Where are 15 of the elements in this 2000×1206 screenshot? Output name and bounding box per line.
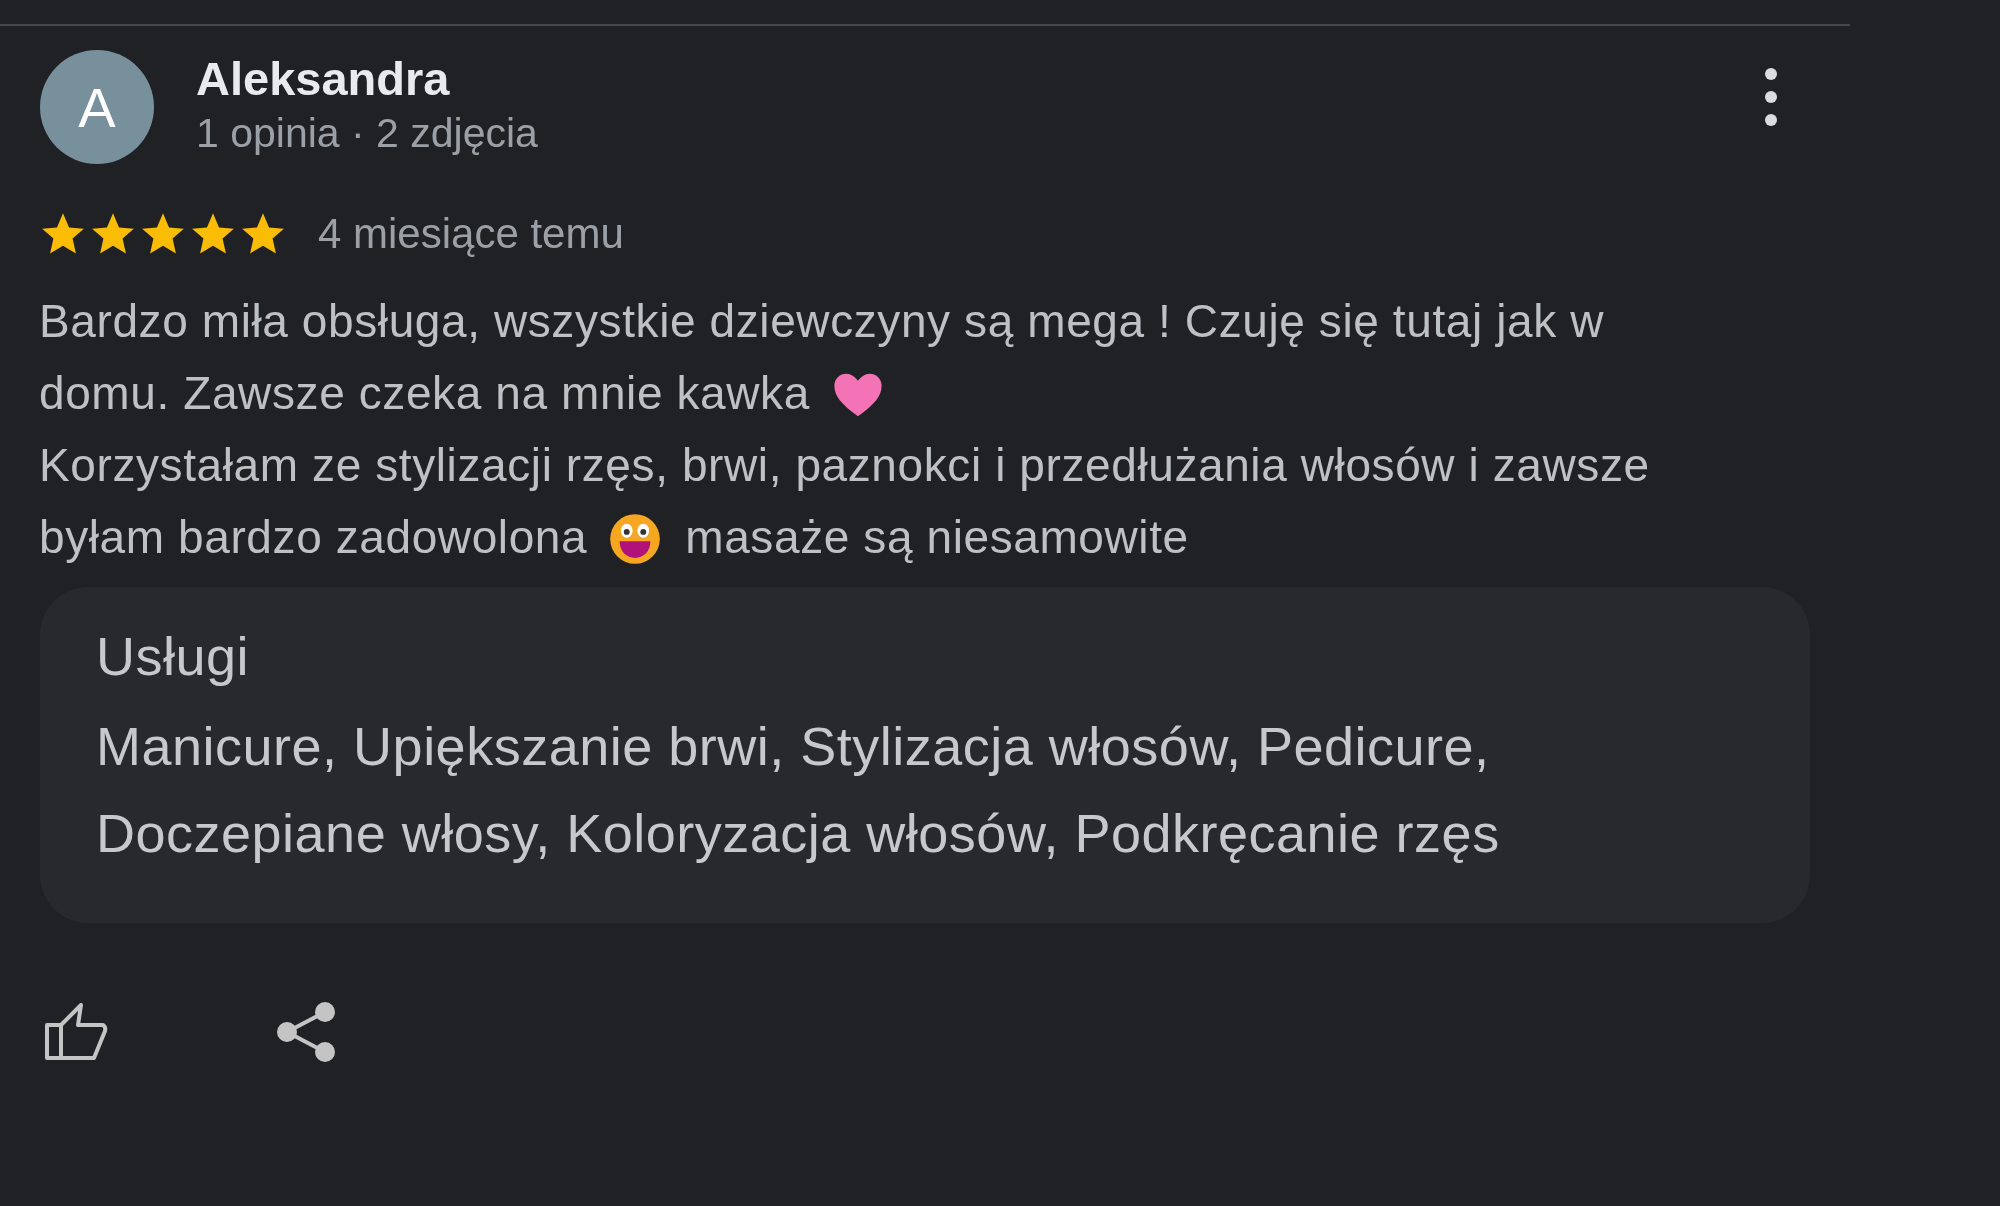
review-text: domu. Zawsze czeka na mnie kawka	[39, 367, 810, 419]
reviewer-name[interactable]: Aleksandra	[196, 51, 1764, 106]
review-text: Bardzo miła obsługa, wszystkie dziewczyny są mega ! Czuję się tutaj jak w	[39, 295, 1604, 347]
services-title: Usługi	[96, 625, 251, 688]
share-icon[interactable]	[276, 1001, 336, 1063]
review-date: 4 miesiące temu	[318, 210, 624, 258]
reviewer-stats: 1 opinia · 2 zdjęcia	[196, 110, 539, 157]
review-text: masaże są niesamowite	[685, 511, 1189, 563]
review-text: byłam bardzo zadowolona	[39, 511, 588, 563]
heart-emoji-icon	[831, 371, 884, 419]
thumbs-up-icon[interactable]	[44, 1003, 110, 1061]
review-text: Korzystałam ze stylizacji rzęs, brwi, paznokci i przedłużania włosów i zawsze	[39, 439, 1650, 491]
services-list: Manicure, Upiększanie brwi, Stylizacja włosów, Pedicure, Doczepiane włosy, Koloryzacja włosów, Podkręcanie rzęs	[96, 716, 1500, 863]
more-options-icon[interactable]	[1764, 67, 1778, 127]
grinning-emoji-icon	[609, 513, 662, 565]
